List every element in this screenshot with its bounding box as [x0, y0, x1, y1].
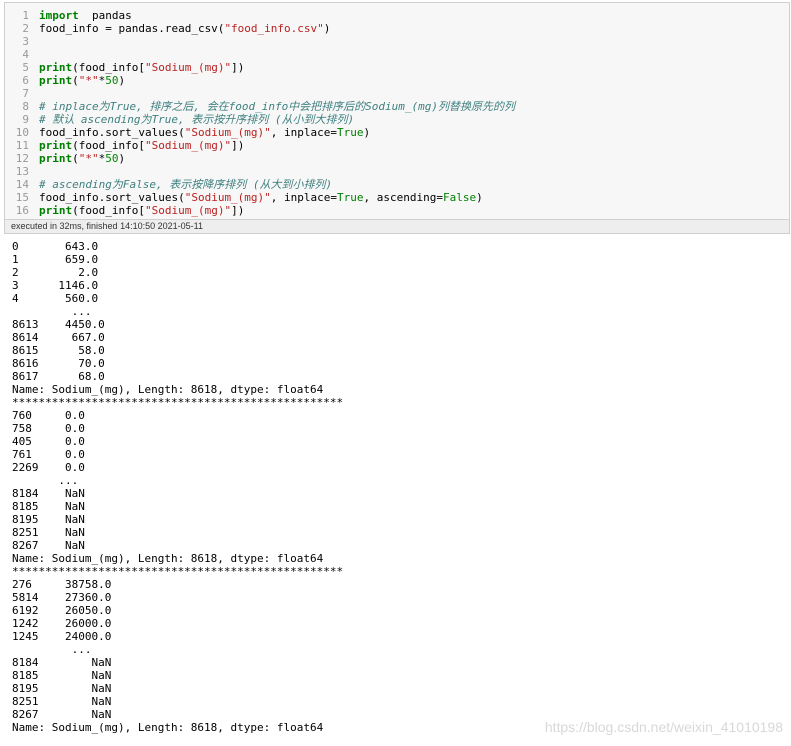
line-number: 4: [22, 48, 29, 61]
code-text: food_info = pandas.read_csv("food_info.c…: [39, 22, 331, 35]
line-number: 8: [22, 100, 29, 113]
line-number: 10: [15, 126, 29, 139]
line-number: 16: [15, 204, 29, 217]
code-text: # 默认 ascending为True, 表示按升序排列 (从小到大排列): [39, 113, 355, 126]
watermark: https://blog.csdn.net/weixin_41010198: [544, 719, 783, 735]
code-text: print("*"*50): [39, 152, 126, 165]
code-text: # inplace为True, 排序之后, 会在food_info中会把排序后的…: [39, 100, 516, 113]
code-text: food_info.sort_values("Sodium_(mg)", inp…: [39, 126, 371, 139]
line-number: 15: [15, 191, 29, 204]
line-number: 7: [22, 87, 29, 100]
line-number: 11: [15, 139, 29, 152]
line-number: 2: [22, 22, 29, 35]
line-number: 5: [22, 61, 29, 74]
line-number: 12: [15, 152, 29, 165]
code-text: # ascending为False, 表示按降序排列 (从大到小排列): [39, 178, 333, 191]
code-cell-input[interactable]: 1 import pandas 2 food_info = pandas.read_c…: [4, 2, 790, 220]
line-number: 14: [15, 178, 29, 191]
cell-output: 0 643.0 1 659.0 2 2.0 3 1146.0 4 560.0 .…: [12, 240, 344, 734]
line-number: 3: [22, 35, 29, 48]
code-text: import pandas: [39, 9, 132, 22]
line-number: 9: [22, 113, 29, 126]
code-text: print(food_info["Sodium_(mg)"]): [39, 139, 245, 152]
code-text: food_info.sort_values("Sodium_(mg)", inp…: [39, 191, 483, 204]
execution-status-bar: executed in 32ms, finished 14:10:50 2021…: [4, 220, 790, 234]
line-number: 6: [22, 74, 29, 87]
code-text: print(food_info["Sodium_(mg)"]): [39, 61, 245, 74]
line-number: 13: [15, 165, 29, 178]
line-number: 1: [22, 9, 29, 22]
code-text: print("*"*50): [39, 74, 126, 87]
code-text: print(food_info["Sodium_(mg)"]): [39, 204, 245, 217]
